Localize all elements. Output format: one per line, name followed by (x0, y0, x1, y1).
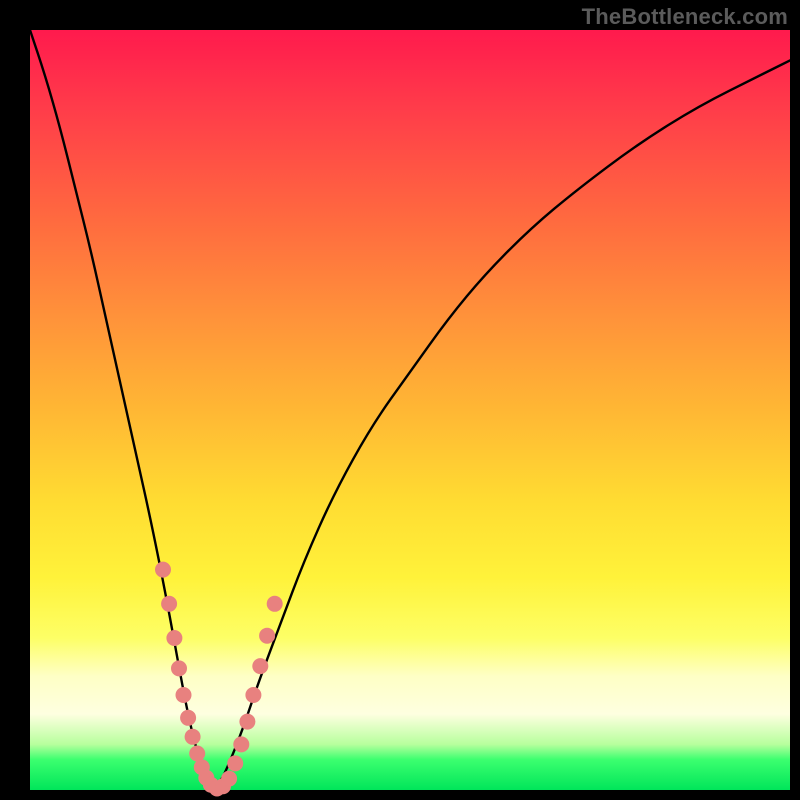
highlight-marker (259, 628, 275, 644)
highlight-marker (155, 562, 171, 578)
marker-group (155, 562, 283, 797)
curve-layer (30, 30, 790, 790)
highlight-marker (166, 630, 182, 646)
bottleneck-curve-path (30, 30, 790, 787)
highlight-marker (227, 755, 243, 771)
highlight-marker (176, 687, 192, 703)
watermark-text: TheBottleneck.com (582, 4, 788, 30)
highlight-marker (245, 687, 261, 703)
highlight-marker (221, 771, 237, 787)
highlight-marker (252, 658, 268, 674)
highlight-marker (171, 660, 187, 676)
highlight-marker (185, 729, 201, 745)
highlight-marker (180, 710, 196, 726)
highlight-marker (239, 714, 255, 730)
plot-area (30, 30, 790, 790)
highlight-marker (267, 596, 283, 612)
highlight-marker (189, 746, 205, 762)
highlight-marker (233, 736, 249, 752)
highlight-marker (161, 596, 177, 612)
chart-frame: TheBottleneck.com (0, 0, 800, 800)
